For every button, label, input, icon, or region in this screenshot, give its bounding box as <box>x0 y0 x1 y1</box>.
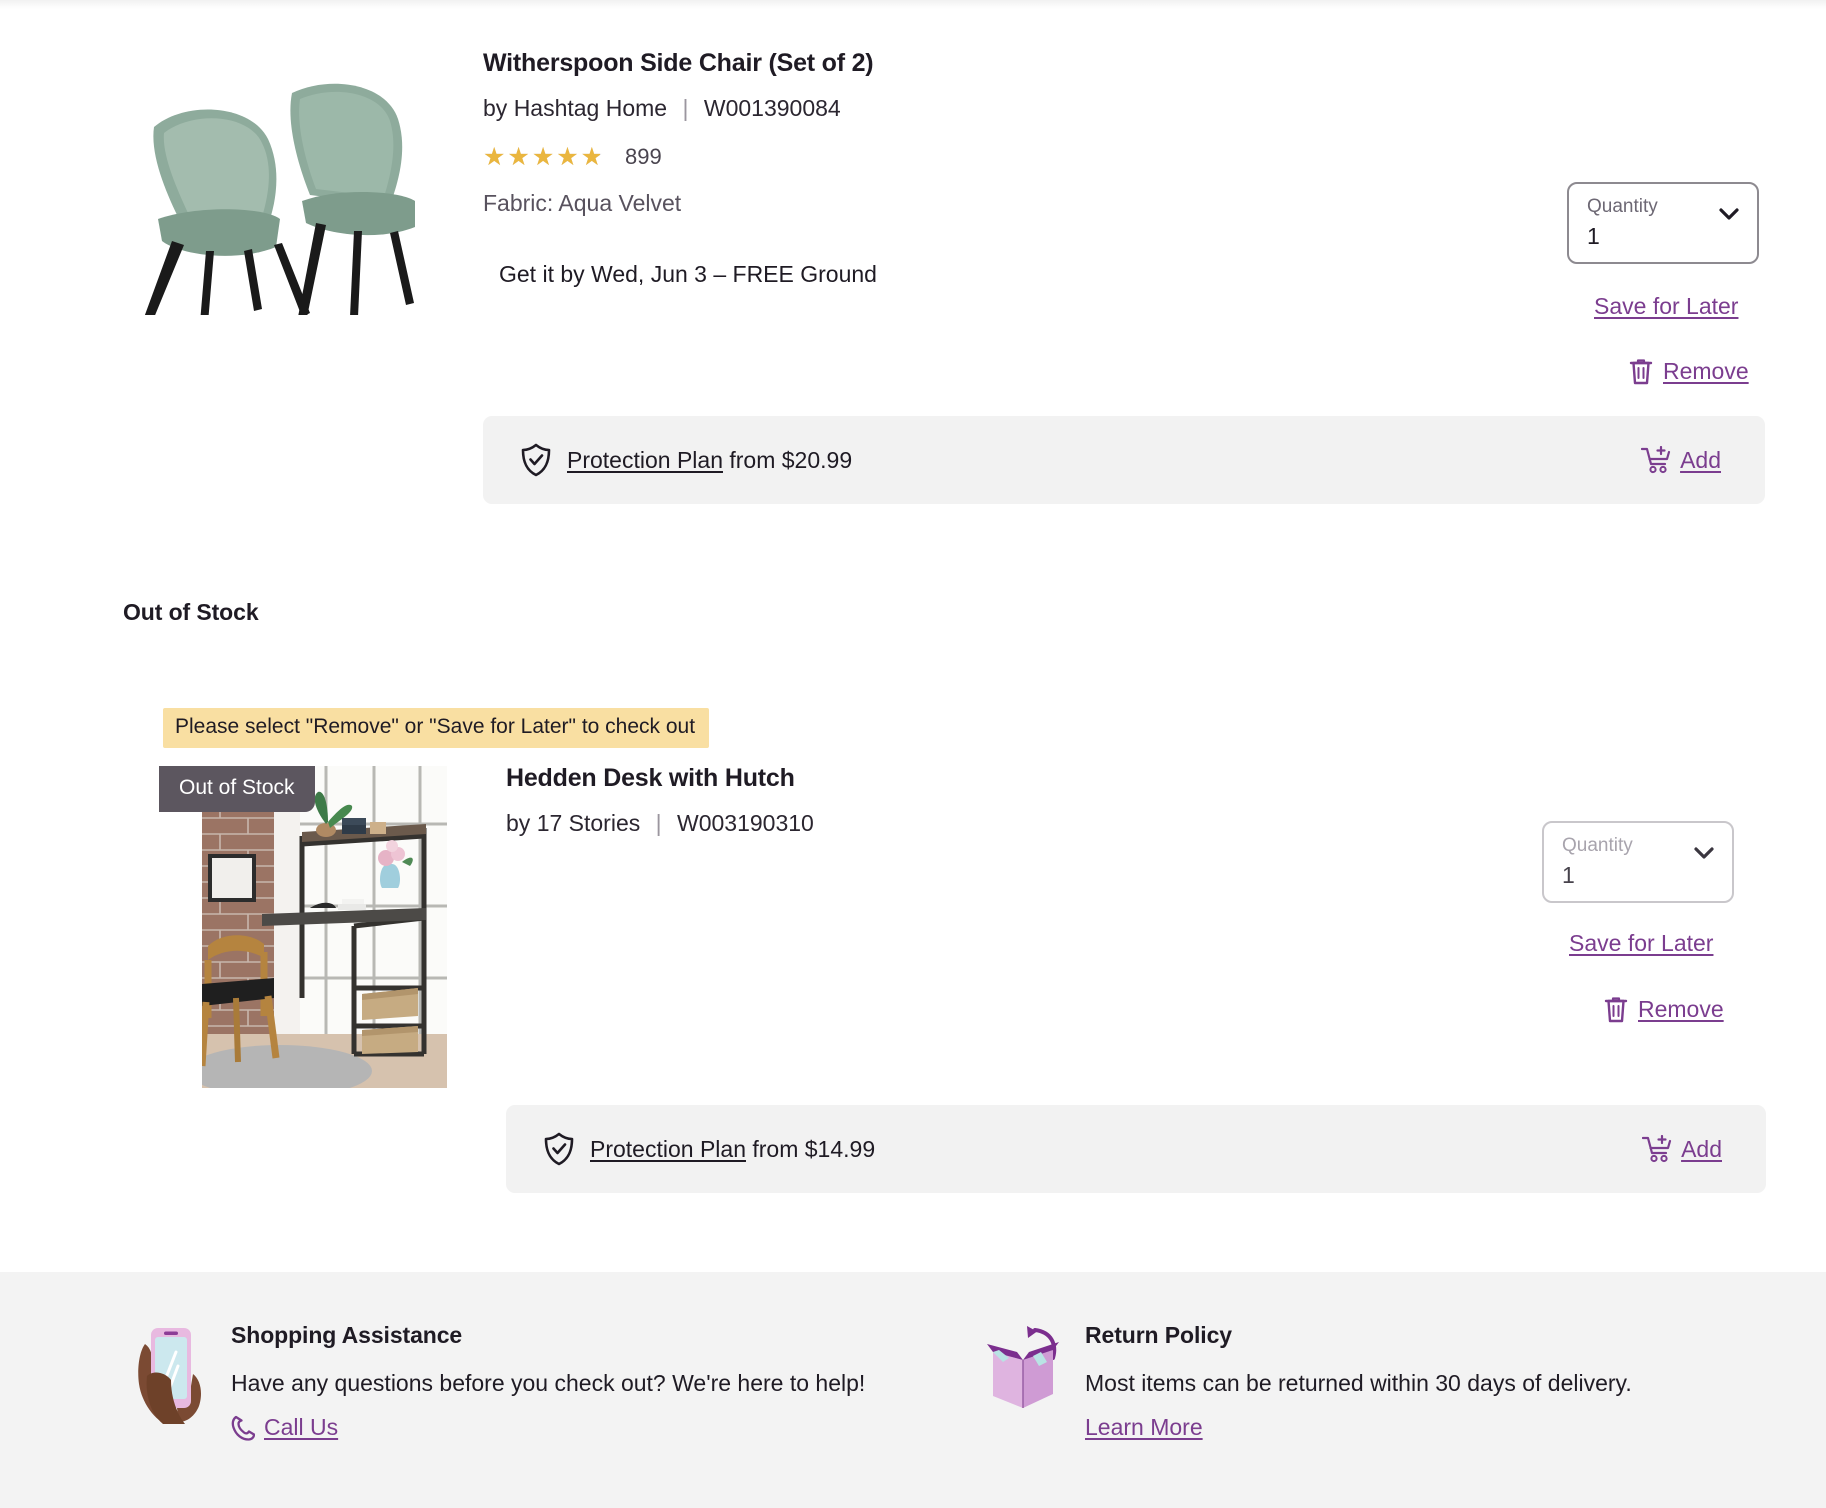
rating-count[interactable]: 899 <box>625 144 662 170</box>
star-rating-icon: ★★★★★ ★★★★★ <box>483 145 613 169</box>
remove-label: Remove <box>1663 358 1749 385</box>
remove-button[interactable]: Remove <box>1629 358 1749 385</box>
product-byline: by 17 Stories | W003190310 <box>506 810 1466 838</box>
call-us-label: Call Us <box>264 1414 338 1441</box>
out-of-stock-heading: Out of Stock <box>123 599 259 626</box>
protection-plan-add-button[interactable]: Add <box>1641 446 1721 474</box>
protection-plan-info: Protection Plan from $14.99 <box>544 1132 875 1166</box>
shopping-assistance-block: Shopping Assistance Have any questions b… <box>133 1322 865 1441</box>
save-for-later-label: Save for Later <box>1594 293 1738 319</box>
return-policy-title: Return Policy <box>1085 1322 1632 1349</box>
quantity-value: 1 <box>1562 864 1716 887</box>
byline-separator: | <box>683 95 689 121</box>
footer-help-bar: Shopping Assistance Have any questions b… <box>0 1272 1826 1508</box>
hand-holding-phone-icon <box>133 1322 209 1432</box>
out-of-stock-badge: Out of Stock <box>159 766 315 812</box>
product-byline: by Hashtag Home | W001390084 <box>483 95 1463 123</box>
shopping-assistance-title: Shopping Assistance <box>231 1322 865 1349</box>
product-sku: W003190310 <box>677 810 814 836</box>
chevron-down-icon <box>1694 847 1714 859</box>
remove-label: Remove <box>1638 996 1724 1023</box>
save-for-later-label: Save for Later <box>1569 930 1713 956</box>
shopping-assistance-text: Have any questions before you check out?… <box>231 1366 865 1400</box>
quantity-label: Quantity <box>1587 197 1741 216</box>
product-image-desk[interactable] <box>202 766 447 1088</box>
protection-plan-panel: Protection Plan from $20.99 Add <box>483 416 1765 504</box>
by-prefix: by <box>483 95 507 121</box>
shield-check-icon <box>521 443 551 477</box>
desk-illustration <box>202 766 447 1088</box>
trash-icon <box>1604 996 1628 1023</box>
product-variant: Fabric: Aqua Velvet <box>483 190 1463 217</box>
quantity-label: Quantity <box>1562 836 1716 855</box>
chair-illustration <box>140 55 415 315</box>
learn-more-label: Learn More <box>1085 1414 1203 1441</box>
byline-separator: | <box>656 810 662 836</box>
quantity-select[interactable]: Quantity 1 <box>1567 182 1759 264</box>
shopping-assistance-body: Shopping Assistance Have any questions b… <box>231 1322 865 1441</box>
product-image-chairs[interactable] <box>140 55 415 315</box>
quantity-select[interactable]: Quantity 1 <box>1542 821 1734 903</box>
delivery-estimate: Get it by Wed, Jun 3 – FREE Ground <box>499 261 1463 288</box>
product-brand[interactable]: 17 Stories <box>537 810 641 836</box>
protection-plan-link[interactable]: Protection Plan <box>590 1136 746 1162</box>
protection-plan-text: Protection Plan from $14.99 <box>590 1136 875 1163</box>
remove-button[interactable]: Remove <box>1604 996 1724 1023</box>
product-brand[interactable]: Hashtag Home <box>514 95 667 121</box>
add-to-cart-icon <box>1642 1135 1672 1163</box>
shield-check-icon <box>544 1132 574 1166</box>
phone-icon <box>231 1415 255 1441</box>
learn-more-button[interactable]: Learn More <box>1085 1414 1632 1441</box>
protection-plan-add-button[interactable]: Add <box>1642 1135 1722 1163</box>
return-policy-block: Return Policy Most items can be returned… <box>983 1322 1632 1441</box>
quantity-value: 1 <box>1587 225 1741 248</box>
open-box-return-icon <box>983 1322 1063 1418</box>
trash-icon <box>1629 358 1653 385</box>
return-policy-body: Return Policy Most items can be returned… <box>1085 1322 1632 1441</box>
rating-row[interactable]: ★★★★★ ★★★★★ 899 <box>483 144 1463 170</box>
add-label: Add <box>1681 1136 1722 1163</box>
out-of-stock-banner: Please select "Remove" or "Save for Late… <box>163 708 709 748</box>
product-sku: W001390084 <box>704 95 841 121</box>
save-for-later-button[interactable]: Save for Later <box>1569 930 1713 957</box>
chevron-down-icon <box>1719 208 1739 220</box>
protection-plan-link[interactable]: Protection Plan <box>567 447 723 473</box>
save-for-later-button[interactable]: Save for Later <box>1594 293 1738 320</box>
star-rating-fill: ★★★★★ <box>483 145 600 169</box>
product-title[interactable]: Hedden Desk with Hutch <box>506 763 1466 793</box>
product-title[interactable]: Witherspoon Side Chair (Set of 2) <box>483 48 1463 78</box>
protection-plan-text: Protection Plan from $20.99 <box>567 447 852 474</box>
add-label: Add <box>1680 447 1721 474</box>
return-policy-text: Most items can be returned within 30 day… <box>1085 1366 1632 1400</box>
by-prefix: by <box>506 810 530 836</box>
protection-plan-price: from $14.99 <box>752 1136 875 1162</box>
protection-plan-price: from $20.99 <box>729 447 852 473</box>
product-info-oos: Hedden Desk with Hutch by 17 Stories | W… <box>506 763 1466 838</box>
add-to-cart-icon <box>1641 446 1671 474</box>
call-us-button[interactable]: Call Us <box>231 1414 865 1441</box>
top-divider-strip <box>0 0 1826 9</box>
cart-page: Witherspoon Side Chair (Set of 2) by Has… <box>0 0 1826 1508</box>
product-info: Witherspoon Side Chair (Set of 2) by Has… <box>483 48 1463 288</box>
protection-plan-info: Protection Plan from $20.99 <box>521 443 852 477</box>
protection-plan-panel: Protection Plan from $14.99 Add <box>506 1105 1766 1193</box>
